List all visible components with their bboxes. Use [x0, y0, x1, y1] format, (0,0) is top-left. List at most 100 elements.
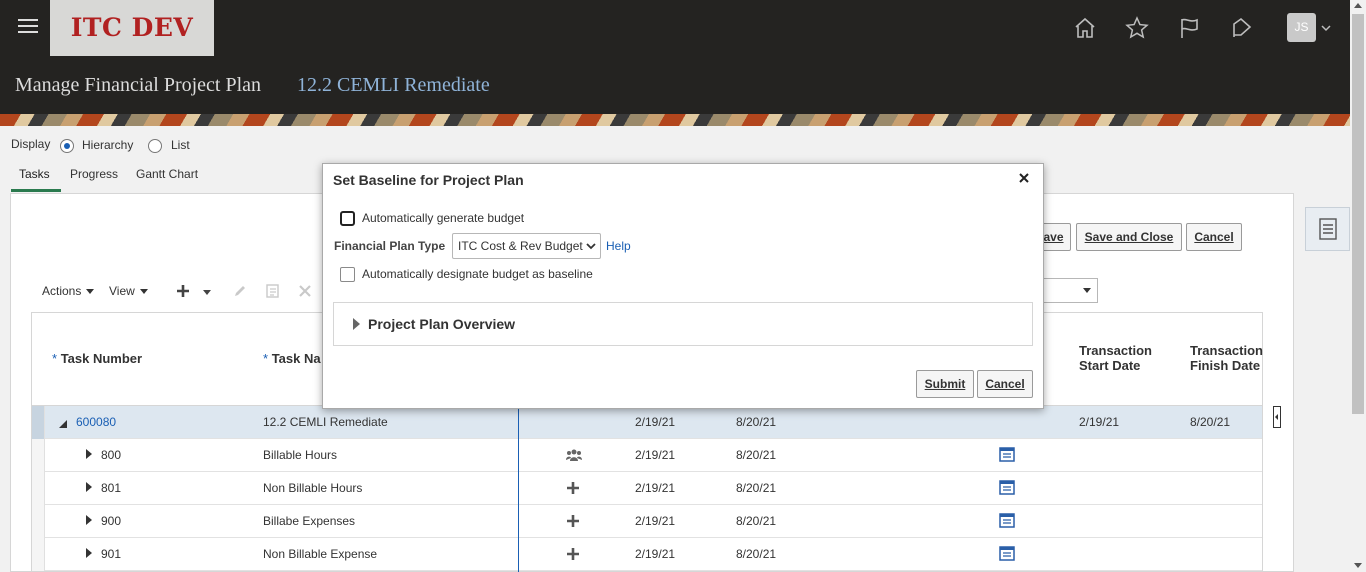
column-header-task-number[interactable]: * Task Number	[52, 351, 142, 366]
radio-hierarchy-label: Hierarchy	[82, 138, 134, 152]
collapse-icon[interactable]	[59, 417, 67, 428]
scroll-up-icon[interactable]	[1354, 3, 1362, 8]
required-icon: *	[263, 351, 269, 366]
chevron-down-icon[interactable]	[202, 286, 218, 302]
radio-list[interactable]	[148, 139, 162, 153]
scroll-down-icon[interactable]	[1354, 563, 1362, 568]
calendar-icon[interactable]	[999, 546, 1015, 561]
planned-start-date: 2/19/21	[635, 514, 676, 528]
task-number-header-label: Task Number	[60, 351, 143, 366]
task-name: Billabe Expenses	[263, 514, 356, 528]
add-icon[interactable]	[566, 514, 582, 528]
planned-finish-date: 8/20/21	[736, 415, 777, 429]
planned-finish-date: 8/20/21	[736, 547, 777, 561]
planned-start-date: 2/19/21	[635, 415, 676, 429]
auto-designate-baseline-checkbox[interactable]	[340, 267, 355, 282]
menu-icon[interactable]	[18, 19, 38, 35]
expand-icon[interactable]	[86, 449, 92, 459]
expand-icon[interactable]	[86, 548, 92, 558]
chevron-down-icon[interactable]	[1320, 22, 1332, 32]
app-logo[interactable]: ITC DEV	[50, 0, 214, 56]
help-link[interactable]: Help	[606, 239, 631, 253]
expand-icon[interactable]	[86, 515, 92, 525]
add-icon[interactable]	[175, 283, 191, 299]
tab-gantt-chart[interactable]: Gantt Chart	[136, 167, 198, 181]
edit-icon	[232, 283, 248, 299]
row-gutter	[32, 439, 45, 472]
add-icon[interactable]	[566, 547, 582, 561]
flag-icon[interactable]	[1178, 16, 1202, 40]
transaction-start-date: 2/19/21	[1079, 415, 1120, 429]
task-name: Non Billable Hours	[263, 481, 363, 495]
task-name-header-label: Task Na	[271, 351, 321, 366]
planned-finish-date: 8/20/21	[736, 481, 777, 495]
row-gutter	[32, 538, 45, 571]
scrollbar-thumb[interactable]	[1352, 14, 1364, 414]
gantt-collapse-handle[interactable]	[1273, 406, 1281, 428]
project-name: 12.2 CEMLI Remediate	[297, 74, 490, 96]
task-name: 12.2 CEMLI Remediate	[263, 415, 388, 429]
star-icon[interactable]	[1125, 16, 1149, 40]
planned-start-date: 2/19/21	[635, 448, 676, 462]
task-name: Non Billable Expense	[263, 547, 378, 561]
radio-hierarchy[interactable]	[60, 139, 74, 153]
chevron-down-icon	[139, 289, 148, 295]
calendar-icon[interactable]	[999, 447, 1015, 462]
task-number[interactable]: 901	[101, 547, 121, 561]
avatar[interactable]: JS	[1287, 13, 1316, 42]
column-header-transaction-finish[interactable]: Transaction Finish Date	[1190, 343, 1263, 373]
task-number[interactable]: 801	[101, 481, 121, 495]
expand-icon[interactable]	[353, 318, 360, 330]
project-plan-overview-label[interactable]: Project Plan Overview	[368, 316, 515, 332]
notification-icon[interactable]	[1230, 16, 1254, 40]
close-icon[interactable]	[1017, 171, 1031, 185]
calendar-icon[interactable]	[999, 480, 1015, 495]
dialog-cancel-button[interactable]: Cancel	[977, 370, 1033, 398]
auto-generate-budget-label: Automatically generate budget	[362, 211, 525, 225]
task-number[interactable]: 800	[101, 448, 121, 462]
expand-icon[interactable]	[86, 482, 92, 492]
financial-plan-type-select[interactable]: ITC Cost & Rev Budget	[452, 233, 601, 259]
planned-start-date: 2/19/21	[635, 481, 676, 495]
dialog-title: Set Baseline for Project Plan	[333, 172, 524, 188]
display-label: Display	[11, 137, 51, 151]
home-icon[interactable]	[1073, 16, 1097, 40]
required-icon: *	[52, 351, 58, 366]
view-select[interactable]	[1040, 278, 1098, 303]
delete-icon	[297, 283, 313, 299]
resources-icon[interactable]	[566, 448, 582, 462]
decorative-banner	[0, 114, 1350, 126]
column-header-transaction-start[interactable]: Transaction Start Date	[1079, 343, 1152, 373]
actions-label: Actions	[42, 284, 82, 298]
auto-designate-baseline-label: Automatically designate budget as baseli…	[362, 267, 593, 281]
submit-button[interactable]: Submit	[916, 370, 974, 398]
add-icon[interactable]	[566, 481, 582, 495]
task-number[interactable]: 900	[101, 514, 121, 528]
planned-finish-date: 8/20/21	[736, 514, 777, 528]
actions-menu[interactable]: Actions	[42, 284, 95, 298]
task-number-link[interactable]: 600080	[76, 415, 116, 429]
view-menu[interactable]: View	[109, 284, 148, 298]
financial-plan-type-label: Financial Plan Type	[334, 239, 446, 253]
transaction-finish-header-line1: Transaction	[1190, 343, 1263, 358]
transaction-finish-header-line2: Finish Date	[1190, 358, 1261, 373]
tab-tasks[interactable]: Tasks	[19, 167, 50, 181]
tab-underline	[11, 189, 61, 192]
row-gutter	[32, 406, 45, 439]
transaction-finish-date: 8/20/21	[1190, 415, 1231, 429]
auto-generate-budget-checkbox[interactable]	[340, 211, 355, 226]
save-and-close-button[interactable]: Save and Close	[1076, 223, 1182, 251]
column-header-task-name[interactable]: * Task Na	[263, 351, 321, 366]
calendar-icon[interactable]	[999, 513, 1015, 528]
planned-start-date: 2/19/21	[635, 547, 676, 561]
tab-progress[interactable]: Progress	[70, 167, 118, 181]
chevron-down-icon[interactable]	[586, 240, 596, 250]
frozen-column-divider[interactable]	[518, 406, 519, 572]
transaction-start-header-line2: Start Date	[1079, 358, 1141, 373]
radio-list-label: List	[171, 138, 190, 152]
side-panel-button[interactable]	[1305, 207, 1350, 251]
cancel-button[interactable]: Cancel	[1186, 223, 1242, 251]
row-gutter	[32, 472, 45, 505]
duplicate-icon	[265, 283, 281, 299]
view-label: View	[109, 284, 135, 298]
